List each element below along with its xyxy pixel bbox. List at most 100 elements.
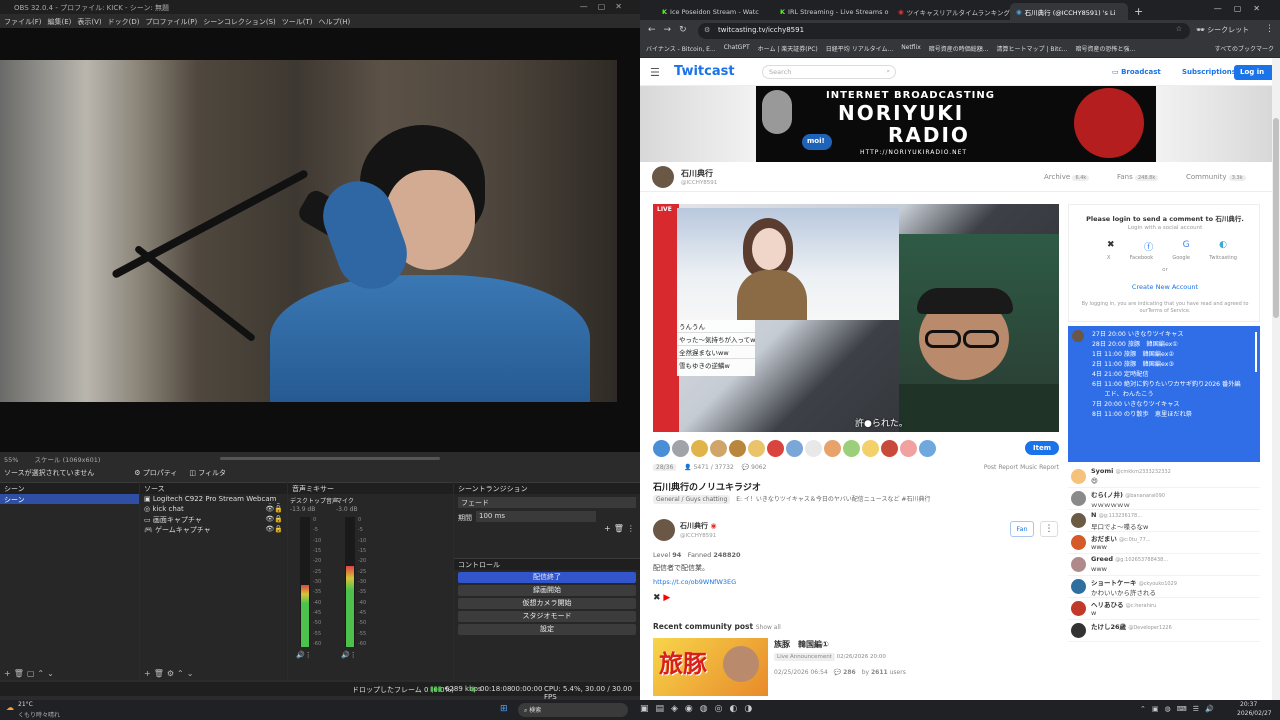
gift-icon[interactable] bbox=[691, 439, 708, 457]
clock-time[interactable]: 20:37 bbox=[1240, 701, 1257, 708]
gift-icon[interactable] bbox=[729, 439, 746, 457]
bookmark-item[interactable]: 日経平均 リアルタイム... bbox=[826, 44, 893, 55]
community-post-thumbnail[interactable]: 旅豚 bbox=[653, 638, 768, 696]
x-login-icon[interactable]: ✖ bbox=[1107, 240, 1115, 253]
mixer-ch2-mute-icon[interactable]: 🔊⋮ bbox=[341, 651, 357, 659]
gift-icon[interactable] bbox=[710, 439, 727, 457]
menu-scene-collection[interactable]: シーンコレクション(S) bbox=[203, 17, 276, 26]
site-search-input[interactable]: Search ⌕ bbox=[762, 65, 896, 79]
zoom-level[interactable]: 55% bbox=[4, 456, 18, 464]
chat-avatar[interactable] bbox=[1071, 535, 1086, 550]
item-button[interactable]: Item bbox=[1025, 441, 1059, 455]
mixer-ch1-mute-icon[interactable]: 🔊⋮ bbox=[296, 651, 312, 659]
gift-icon[interactable] bbox=[672, 439, 689, 457]
create-account-link[interactable]: Create New Account bbox=[1069, 283, 1261, 291]
nav-fans[interactable]: Fans 248.8k bbox=[1117, 173, 1159, 181]
window-controls[interactable]: —▢✕ bbox=[1214, 4, 1272, 13]
facebook-login-icon[interactable]: ⓕ bbox=[1144, 240, 1153, 253]
bookmark-item[interactable]: Netflix bbox=[901, 44, 921, 55]
nav-buttons[interactable]: ←→↻ bbox=[648, 25, 695, 35]
window-controls[interactable]: —▢✕ bbox=[580, 2, 632, 11]
menu-icon[interactable]: ⋮ bbox=[1265, 24, 1274, 34]
menu-profile[interactable]: プロファイル(P) bbox=[146, 17, 198, 26]
nav-archive[interactable]: Archive 6.4k bbox=[1044, 173, 1090, 181]
chat-name[interactable]: ヘリあひる @c:herahiru bbox=[1091, 599, 1156, 609]
site-info-icon[interactable]: ⚙ bbox=[704, 26, 710, 34]
chat-name[interactable]: おだまい @c:0tu_77... bbox=[1091, 533, 1151, 543]
stop-streaming-button[interactable]: 配信終了 bbox=[458, 572, 636, 583]
menu-dock[interactable]: ドック(D) bbox=[108, 17, 140, 26]
gift-icon[interactable] bbox=[786, 439, 803, 457]
chat-name[interactable]: Greed @g:102653788438... bbox=[1091, 555, 1168, 563]
gift-icon[interactable] bbox=[767, 439, 784, 457]
weather-temp[interactable]: 21°C bbox=[18, 701, 33, 708]
source-item[interactable]: 🎮 ゲームキャプチャ 👁🔒 bbox=[140, 524, 287, 534]
visibility-lock-icons[interactable]: 👁🔒 bbox=[265, 515, 283, 523]
chat-avatar[interactable] bbox=[1071, 491, 1086, 506]
studio-mode-button[interactable]: スタジオモード bbox=[458, 611, 636, 622]
chat-avatar[interactable] bbox=[1071, 513, 1086, 528]
menu-view[interactable]: 表示(V) bbox=[77, 17, 101, 26]
x-icon[interactable]: ✖ bbox=[653, 593, 661, 603]
google-login-icon[interactable]: G bbox=[1183, 240, 1190, 253]
user-avatar[interactable] bbox=[652, 166, 674, 188]
chat-name[interactable]: Syomi @cmkkm2333232332 bbox=[1091, 467, 1171, 475]
profile-avatar[interactable] bbox=[653, 519, 675, 541]
tab-twitcasting-live[interactable]: ◉ 石川典行 (@ICCHY8591) 's Li bbox=[1010, 3, 1128, 20]
more-options-icon[interactable]: ⋮ bbox=[1040, 521, 1058, 537]
tab-kick-ice[interactable]: K Ice Poseidon Stream - Watc bbox=[656, 3, 774, 20]
chat-avatar[interactable] bbox=[1071, 601, 1086, 616]
source-buttons[interactable]: +🗑⚙⌃⌄ bbox=[144, 669, 196, 678]
chat-name[interactable]: ショートケーキ @ckyouko1029 bbox=[1091, 577, 1177, 587]
visibility-lock-icons[interactable]: 👁🔒 bbox=[265, 503, 283, 504]
gift-icon[interactable] bbox=[900, 439, 917, 457]
gift-icon[interactable] bbox=[805, 439, 822, 457]
weather-desc[interactable]: くもり時々晴れ bbox=[18, 710, 60, 719]
transition-select[interactable]: フェード bbox=[458, 497, 636, 508]
menu-tools[interactable]: ツール(T) bbox=[282, 17, 313, 26]
youtube-icon[interactable]: ▶ bbox=[663, 593, 670, 603]
subscriptions-link[interactable]: Subscriptions bbox=[1182, 68, 1236, 76]
bookmark-item[interactable]: 暗号資産の恐怖と強... bbox=[1076, 44, 1136, 55]
scene-item[interactable]: シーン bbox=[0, 494, 139, 504]
start-recording-button[interactable]: 録画開始 bbox=[458, 585, 636, 596]
taskbar-app-icons[interactable]: ▣▤◈◉◍◎◐◑ bbox=[640, 704, 759, 714]
gift-icon[interactable] bbox=[653, 439, 670, 457]
gift-icon[interactable] bbox=[862, 439, 879, 457]
source-item[interactable]: ◎ kick chat 👁🔒 bbox=[140, 504, 287, 514]
source-item[interactable]: ▭ 画面キャプチャ 👁🔒 bbox=[140, 514, 287, 524]
filters-button[interactable]: ◫ フィルタ bbox=[189, 468, 226, 478]
bookmark-item[interactable]: 清算ヒートマップ | Bitc... bbox=[997, 44, 1068, 55]
video-player[interactable]: LIVE うんうん やった〜気持ちが入ってw 全然遅まないww 雪もゆきの逆鱗w… bbox=[653, 204, 1059, 432]
bookmark-item[interactable]: 暗号資産の時価総額... bbox=[929, 44, 989, 55]
bookmark-item[interactable]: バイナンス - Bitcoin, E... bbox=[646, 44, 716, 55]
weather-icon[interactable]: ☁ bbox=[6, 703, 14, 712]
incognito-indicator[interactable]: 🕶 シークレット bbox=[1196, 25, 1249, 35]
fan-button[interactable]: Fan bbox=[1010, 521, 1034, 537]
gift-icon[interactable] bbox=[824, 439, 841, 457]
chat-avatar[interactable] bbox=[1071, 579, 1086, 594]
bookmark-item[interactable]: ホーム | 楽天証券(PC) bbox=[758, 44, 818, 55]
category-tag[interactable]: General / Guys chatting bbox=[653, 495, 731, 504]
transition-buttons[interactable]: +🗑⋮ bbox=[604, 524, 638, 533]
gift-icon[interactable] bbox=[881, 439, 898, 457]
visibility-lock-icons[interactable]: 👁🔒 bbox=[265, 505, 283, 513]
tab-kick-irl[interactable]: K IRL Streaming - Live Streams o bbox=[774, 3, 892, 20]
show-all-link[interactable]: Show all bbox=[756, 624, 781, 631]
schedule-scrollbar[interactable] bbox=[1255, 332, 1257, 372]
profile-name[interactable]: 石川典行 ◉ bbox=[680, 521, 717, 531]
chat-avatar[interactable] bbox=[1071, 469, 1086, 484]
all-bookmarks[interactable]: すべてのブックマーク bbox=[1215, 44, 1274, 55]
chat-avatar[interactable] bbox=[1071, 623, 1086, 638]
hamburger-icon[interactable]: ☰ bbox=[650, 66, 660, 79]
search-icon[interactable]: ⌕ bbox=[886, 67, 890, 76]
source-item[interactable]: ▣ Logitech C922 Pro Stream Webcam👁🔒 bbox=[140, 494, 287, 504]
profile-link[interactable]: https://t.co/ob9WNfW3EG bbox=[653, 578, 736, 586]
post-title[interactable]: 族豚 韓国編① bbox=[774, 639, 829, 650]
site-logo[interactable]: Twitcast bbox=[674, 64, 735, 79]
menu-help[interactable]: ヘルプ(H) bbox=[319, 17, 351, 26]
start-virtual-camera-button[interactable]: 仮想カメラ開始 bbox=[458, 598, 636, 609]
nav-community[interactable]: Community 3.3k bbox=[1186, 173, 1246, 181]
taskbar-search[interactable]: ⌕ 検索 bbox=[518, 703, 628, 717]
webcam-preview[interactable] bbox=[0, 60, 617, 402]
